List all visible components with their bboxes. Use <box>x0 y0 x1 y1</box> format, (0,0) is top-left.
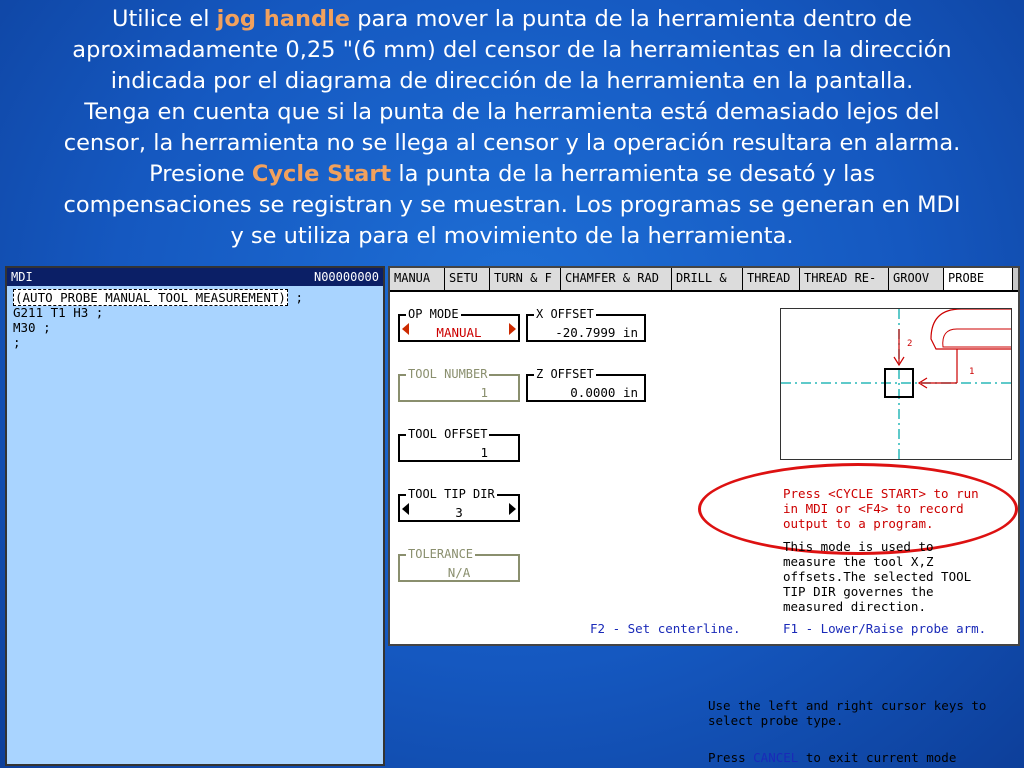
tool-number-field[interactable]: TOOL NUMBER 1 <box>398 367 520 402</box>
probe-diagram-icon <box>781 308 1011 459</box>
caption-highlight-cycle-start: Cycle Start <box>251 161 392 187</box>
caption-text: Utilice el <box>112 6 217 32</box>
caption-highlight-jog-handle: jog handle <box>216 6 351 32</box>
z-offset-value: 0.0000 in <box>570 385 638 400</box>
mode-tabs: MANUA SETU TURN & F CHAMFER & RAD DRILL … <box>390 268 1018 292</box>
mode-line: TIP DIR governes the <box>783 584 934 599</box>
instruction-caption: Utilice el jog handle para mover la punt… <box>0 4 1024 252</box>
f2-hint: F2 - Set centerline. <box>590 621 741 636</box>
caption-text: para mover la punta de la herramienta de… <box>350 6 912 32</box>
mdi-program-number: N00000000 <box>313 270 379 284</box>
hint-line: select probe type. <box>708 713 844 728</box>
z-offset-label: Z OFFSET <box>534 367 596 381</box>
press-line: Press <CYCLE START> to run <box>783 486 979 501</box>
x-offset-field[interactable]: X OFFSET -20.7999 in <box>526 307 646 342</box>
caption-line-6: Presione Cycle Start la punta de la herr… <box>0 159 1024 190</box>
tool-tip-dir-label: TOOL TIP DIR <box>406 487 497 501</box>
probe-screen: MANUA SETU TURN & F CHAMFER & RAD DRILL … <box>388 266 1020 646</box>
tab-probe[interactable]: PROBE <box>944 268 1013 290</box>
tolerance-field[interactable]: TOLERANCE N/A <box>398 547 520 582</box>
mdi-program-editor[interactable]: (AUTO PROBE MANUAL TOOL MEASUREMENT) ; G… <box>7 286 383 354</box>
tool-number-label: TOOL NUMBER <box>406 367 490 381</box>
mdi-title: MDI <box>11 270 33 284</box>
direction-label-1: 1 <box>969 367 975 377</box>
tool-tip-dir-value: 3 <box>455 505 463 520</box>
tool-direction-diagram: 2 1 <box>780 308 1012 460</box>
caption-line-1: Utilice el jog handle para mover la punt… <box>0 4 1024 35</box>
program-line[interactable]: M30 ; <box>13 320 377 335</box>
caption-line-7: compensaciones se registran y se muestra… <box>63 192 961 218</box>
press-instructions: Press <CYCLE START> to run in MDI or <F4… <box>783 486 979 531</box>
caption-line-4: Tenga en cuenta que si la punta de la he… <box>84 99 940 125</box>
press-line: output to a program. <box>783 516 934 531</box>
mdi-header: MDI N00000000 <box>7 268 383 286</box>
tab-thread[interactable]: THREAD <box>743 268 800 290</box>
mode-line: measure the tool X,Z <box>783 554 934 569</box>
press-line: in MDI or <F4> to record <box>783 501 964 516</box>
tab-chamfer-radius[interactable]: CHAMFER & RAD <box>561 268 672 290</box>
z-offset-field[interactable]: Z OFFSET 0.0000 in <box>526 367 646 402</box>
mdi-panel: MDI N00000000 (AUTO PROBE MANUAL TOOL ME… <box>5 266 385 766</box>
program-line[interactable]: (AUTO PROBE MANUAL TOOL MEASUREMENT) ; <box>13 289 377 306</box>
tool-tip-dir-field[interactable]: TOOL TIP DIR 3 <box>398 487 520 522</box>
tolerance-value: N/A <box>447 565 471 580</box>
mode-description: This mode is used to measure the tool X,… <box>783 539 971 614</box>
tool-offset-field[interactable]: TOOL OFFSET 1 <box>398 427 520 462</box>
cancel-hint-text: to exit current mode <box>798 750 957 765</box>
tab-thread-repair[interactable]: THREAD RE- <box>800 268 889 290</box>
op-mode-field[interactable]: OP MODE MANUAL <box>398 307 520 342</box>
caption-line-2: aproximadamente 0,25 "(6 mm) del censor … <box>72 37 952 63</box>
caption-line-3: indicada por el diagrama de dirección de… <box>110 68 914 94</box>
caption-text: Presione <box>149 161 252 187</box>
f1-hint: F1 - Lower/Raise probe arm. <box>783 621 987 636</box>
program-line[interactable]: G211 T1 H3 ; <box>13 305 377 320</box>
arrow-right-icon[interactable] <box>509 503 516 515</box>
arrow-right-icon[interactable] <box>509 323 516 335</box>
program-line-selected[interactable]: (AUTO PROBE MANUAL TOOL MEASUREMENT) <box>13 289 288 306</box>
cancel-key: CANCEL <box>753 750 799 765</box>
cancel-hint-text: Press <box>708 750 754 765</box>
op-mode-value: MANUAL <box>436 325 482 340</box>
x-offset-value: -20.7999 in <box>555 325 638 340</box>
program-line-end: ; <box>287 290 303 305</box>
cursor-keys-hint: Use the left and right cursor keys to se… <box>708 698 986 728</box>
tool-number-value: 1 <box>480 385 488 400</box>
program-line[interactable]: ; <box>13 335 377 350</box>
tolerance-label: TOLERANCE <box>406 547 476 561</box>
tab-drill[interactable]: DRILL & <box>672 268 743 290</box>
tab-setup[interactable]: SETU <box>445 268 490 290</box>
mode-line: measured direction. <box>783 599 926 614</box>
x-offset-label: X OFFSET <box>534 307 596 321</box>
tool-offset-value: 1 <box>480 445 488 460</box>
mode-line: This mode is used to <box>783 539 934 554</box>
mode-line: offsets.The selected TOOL <box>783 569 972 584</box>
caption-line-5: censor, la herramienta no se llega al ce… <box>63 130 961 156</box>
cancel-hint: Press CANCEL to exit current mode <box>708 750 956 765</box>
caption-line-8: y se utiliza para el movimiento de la he… <box>230 223 794 249</box>
tab-groove[interactable]: GROOV <box>889 268 944 290</box>
tab-turn-face[interactable]: TURN & F <box>490 268 561 290</box>
caption-text: la punta de la herramienta se desató y l… <box>391 161 875 187</box>
tool-offset-label: TOOL OFFSET <box>406 427 490 441</box>
direction-label-2: 2 <box>907 339 913 349</box>
op-mode-label: OP MODE <box>406 307 461 321</box>
tab-manual[interactable]: MANUA <box>390 268 445 290</box>
hint-line: Use the left and right cursor keys to <box>708 698 987 713</box>
